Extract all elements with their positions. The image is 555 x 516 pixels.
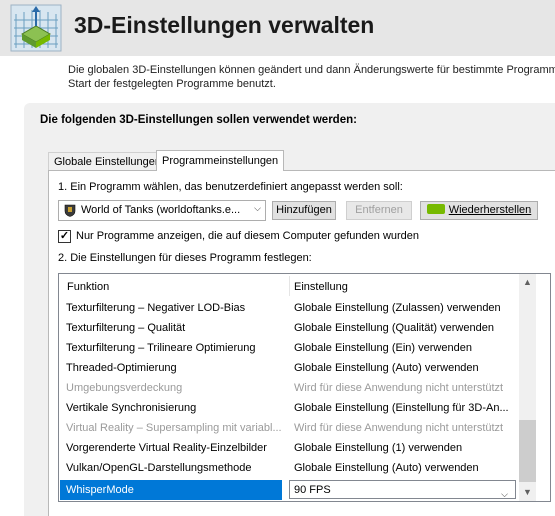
- page-header: 3D-Einstellungen verwalten: [0, 0, 555, 56]
- feature-cell: Vorgerenderte Virtual Reality-Einzelbild…: [66, 442, 267, 454]
- feature-cell: Texturfilterung – Trilineare Optimierung: [66, 342, 256, 354]
- table-row[interactable]: Virtual Reality – Supersampling mit vari…: [60, 419, 518, 439]
- table-row[interactable]: Vertikale Synchronisierung Globale Einst…: [60, 399, 518, 419]
- setting-cell: Globale Einstellung (Zulassen) verwenden: [294, 302, 501, 314]
- tab-global-settings[interactable]: Globale Einstellungen: [48, 152, 168, 171]
- table-row[interactable]: Vulkan/OpenGL-Darstellungsmethode Global…: [60, 459, 518, 479]
- page-title: 3D-Einstellungen verwalten: [74, 12, 375, 38]
- restore-button-label: Wiederherstellen: [448, 204, 532, 216]
- table-row-selected[interactable]: WhisperMode 90 FPS ⌵: [60, 480, 518, 500]
- description-line-1: Die globalen 3D-Einstellungen können geä…: [68, 64, 555, 76]
- setting-cell: Wird für diese Anwendung nicht unterstüt…: [294, 382, 504, 394]
- restore-button[interactable]: Wiederherstellen: [420, 201, 538, 220]
- setting-cell: Globale Einstellung (Qualität) verwenden: [294, 322, 494, 334]
- remove-program-button[interactable]: Entfernen: [346, 201, 412, 220]
- scroll-up-icon[interactable]: ▲: [519, 274, 536, 291]
- feature-cell: WhisperMode: [60, 480, 282, 500]
- page-description: Die globalen 3D-Einstellungen können geä…: [68, 63, 555, 91]
- setting-cell: Globale Einstellung (Auto) verwenden: [294, 462, 479, 474]
- nvidia-3d-cube-icon: [10, 4, 62, 52]
- checkbox-label: Nur Programme anzeigen, die auf diesem C…: [76, 230, 420, 242]
- feature-cell: Vulkan/OpenGL-Darstellungsmethode: [66, 462, 252, 474]
- tab-program-settings[interactable]: Programmeinstellungen: [156, 150, 285, 171]
- settings-panel: Die folgenden 3D-Einstellungen sollen ve…: [24, 103, 555, 516]
- description-line-2: Start der festgelegten Programme benutzt…: [68, 78, 276, 90]
- nvidia-logo-icon: [426, 204, 445, 214]
- scrollbar-thumb[interactable]: [519, 420, 536, 482]
- feature-cell: Virtual Reality – Supersampling mit vari…: [66, 422, 282, 434]
- scroll-down-icon[interactable]: ▼: [519, 484, 536, 501]
- checkmark-icon: ✓: [59, 230, 70, 242]
- setting-cell: Globale Einstellung (Ein) verwenden: [294, 342, 472, 354]
- column-header-function[interactable]: Funktion: [67, 276, 109, 298]
- table-row[interactable]: Threaded-Optimierung Globale Einstellung…: [60, 359, 518, 379]
- table-row[interactable]: Texturfilterung – Qualität Globale Einst…: [60, 319, 518, 339]
- feature-cell: Texturfilterung – Qualität: [66, 322, 186, 334]
- table-row[interactable]: Vorgerenderte Virtual Reality-Einzelbild…: [60, 439, 518, 459]
- world-of-tanks-icon: [64, 204, 76, 217]
- setting-dropdown[interactable]: 90 FPS ⌵: [289, 480, 516, 499]
- add-program-button[interactable]: Hinzufügen: [272, 201, 336, 220]
- column-divider[interactable]: [289, 276, 290, 296]
- feature-cell: Threaded-Optimierung: [66, 362, 177, 374]
- panel-title: Die folgenden 3D-Einstellungen sollen ve…: [40, 114, 357, 126]
- selected-program: World of Tanks (worldoftanks.e...: [81, 204, 241, 216]
- setting-cell: Globale Einstellung (Einstellung für 3D-…: [294, 402, 509, 414]
- step2-label: 2. Die Einstellungen für dieses Programm…: [58, 252, 312, 264]
- feature-cell: Umgebungsverdeckung: [66, 382, 183, 394]
- settings-table: Funktion Einstellung Texturfilterung – N…: [58, 273, 551, 502]
- program-select[interactable]: World of Tanks (worldoftanks.e... ⌵: [58, 200, 266, 221]
- setting-cell: Globale Einstellung (1) verwenden: [294, 442, 463, 454]
- show-found-programs-checkbox[interactable]: ✓: [58, 230, 71, 243]
- chevron-down-icon: ⌵: [254, 203, 261, 213]
- feature-cell: Vertikale Synchronisierung: [66, 402, 197, 414]
- table-row[interactable]: Texturfilterung – Negativer LOD-Bias Glo…: [60, 299, 518, 319]
- setting-cell: Globale Einstellung (Auto) verwenden: [294, 362, 479, 374]
- table-row[interactable]: Texturfilterung – Trilineare Optimierung…: [60, 339, 518, 359]
- feature-cell: Texturfilterung – Negativer LOD-Bias: [66, 302, 246, 314]
- step1-label: 1. Ein Programm wählen, das benutzerdefi…: [58, 181, 403, 193]
- setting-value: 90 FPS: [294, 484, 331, 496]
- column-header-setting[interactable]: Einstellung: [294, 276, 348, 298]
- table-row[interactable]: Umgebungsverdeckung Wird für diese Anwen…: [60, 379, 518, 399]
- table-scrollbar[interactable]: ▲ ▼: [519, 274, 536, 501]
- setting-cell: Wird für diese Anwendung nicht unterstüt…: [294, 422, 504, 434]
- chevron-down-icon: ⌵: [501, 489, 508, 499]
